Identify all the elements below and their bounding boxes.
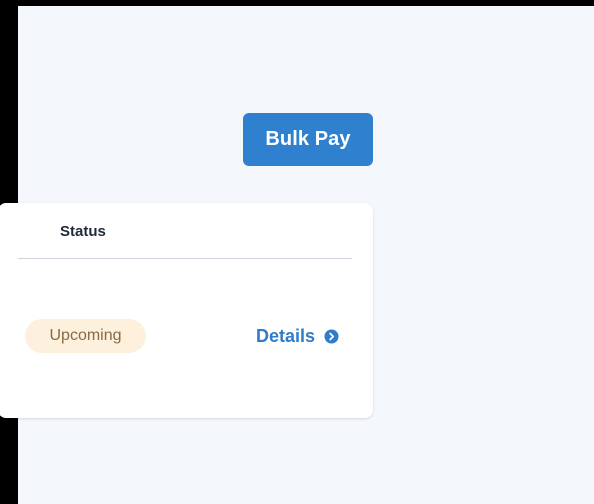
column-header-status[interactable]: Status (60, 223, 106, 240)
page-viewport: Bulk Pay Status Upcoming Details (0, 6, 594, 504)
chevron-right-circle-icon (324, 328, 339, 344)
details-link-label: Details (256, 325, 316, 346)
table-row: Upcoming Details (18, 319, 352, 355)
table-header: Status (18, 203, 352, 259)
details-link[interactable]: Details (256, 319, 339, 353)
bulk-pay-button[interactable]: Bulk Pay (243, 113, 373, 166)
status-badge: Upcoming (25, 319, 146, 353)
payments-table-card: Status Upcoming Details (0, 203, 373, 418)
